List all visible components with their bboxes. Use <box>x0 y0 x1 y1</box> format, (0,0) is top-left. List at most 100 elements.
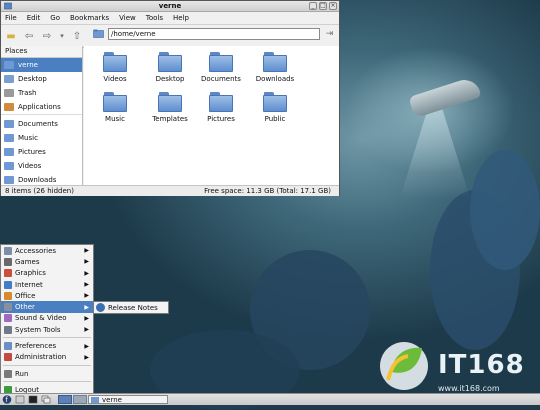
sidebar-item-label: Downloads <box>18 176 57 184</box>
submenu-arrow-icon: ▶ <box>84 281 89 289</box>
logo-url: www.it168.com <box>438 384 500 393</box>
submenu-arrow-icon: ▶ <box>84 292 89 300</box>
internet-icon <box>4 280 12 289</box>
menu-separator <box>3 381 91 383</box>
folder-icon <box>209 52 233 72</box>
history-dropdown-icon[interactable]: ▾ <box>58 29 66 43</box>
submenu-arrow-icon: ▶ <box>84 326 89 334</box>
folder-item-videos[interactable]: Videos <box>89 52 141 83</box>
sidebar-item-desktop[interactable]: Desktop <box>1 72 82 86</box>
folder-label: Music <box>105 115 125 123</box>
sound-video-icon <box>4 314 12 323</box>
menu-item-games[interactable]: Games ▶ <box>1 256 93 267</box>
menu-item-accessories[interactable]: Accessories ▶ <box>1 245 93 256</box>
folder-item-documents[interactable]: Documents <box>195 52 247 83</box>
menu-item-graphics[interactable]: Graphics ▶ <box>1 268 93 279</box>
new-folder-icon[interactable]: ▬ <box>4 29 18 43</box>
menu-item-label: Administration <box>15 353 67 362</box>
folder-icon <box>103 92 127 112</box>
places-header: Places <box>1 46 82 58</box>
forward-arrow-icon[interactable]: ⇨ <box>40 29 54 43</box>
menu-edit[interactable]: Edit <box>27 14 41 22</box>
release-notes-icon <box>96 303 105 312</box>
window-titlebar[interactable]: verne _ □ × <box>1 1 339 12</box>
folder-item-music[interactable]: Music <box>89 92 141 123</box>
submenu-arrow-icon: ▶ <box>84 342 89 350</box>
sidebar-item-trash[interactable]: Trash <box>1 86 82 100</box>
menu-bookmarks[interactable]: Bookmarks <box>70 14 109 22</box>
folder-icon <box>4 148 14 156</box>
graphics-icon <box>4 269 12 278</box>
close-button[interactable]: × <box>329 2 337 10</box>
maximize-button[interactable]: □ <box>319 2 327 10</box>
menu-go[interactable]: Go <box>50 14 60 22</box>
go-button[interactable]: ⇥ <box>323 28 336 40</box>
searchlight-beam <box>400 108 470 198</box>
folder-label: Documents <box>201 75 241 83</box>
leaf-logo-icon <box>380 342 428 390</box>
folder-icon <box>4 120 14 128</box>
menu-item-sound-video[interactable]: Sound & Video ▶ <box>1 313 93 324</box>
window-title: verne <box>158 2 182 10</box>
submenu-arrow-icon: ▶ <box>84 353 89 361</box>
folder-icon <box>158 92 182 112</box>
sidebar-item-applications[interactable]: Applications <box>1 100 82 115</box>
folder-item-downloads[interactable]: Downloads <box>249 52 301 83</box>
menu-item-administration[interactable]: Administration ▶ <box>1 352 93 363</box>
menu-item-other[interactable]: Other ▶ <box>1 301 93 313</box>
menu-item-system-tools[interactable]: System Tools ▶ <box>1 324 93 335</box>
folder-item-desktop[interactable]: Desktop <box>144 52 196 83</box>
menu-item-label: Other <box>15 303 35 312</box>
terminal-launcher-icon[interactable] <box>28 395 38 404</box>
minimize-button[interactable]: _ <box>309 2 317 10</box>
back-arrow-icon[interactable]: ⇦ <box>22 29 36 43</box>
menu-file[interactable]: File <box>5 14 17 22</box>
run-icon <box>4 369 12 378</box>
desktop-icon <box>4 75 14 83</box>
menu-tools[interactable]: Tools <box>146 14 163 22</box>
sidebar-item-videos[interactable]: Videos <box>1 159 82 173</box>
preferences-icon <box>4 342 12 351</box>
folder-item-pictures[interactable]: Pictures <box>195 92 247 123</box>
menu-bar: File Edit Go Bookmarks View Tools Help <box>1 12 339 25</box>
menu-item-office[interactable]: Office ▶ <box>1 290 93 301</box>
menu-help[interactable]: Help <box>173 14 189 22</box>
location-folder-icon <box>93 29 104 38</box>
menu-item-label: Preferences <box>15 342 57 351</box>
folder-item-public[interactable]: Public <box>249 92 301 123</box>
item-count-status: 8 items (26 hidden) <box>5 187 74 195</box>
sidebar-item-label: Applications <box>18 103 61 111</box>
fedora-menu-icon[interactable]: f <box>2 395 12 404</box>
sidebar-item-verne[interactable]: verne <box>1 58 82 72</box>
menu-separator <box>3 364 91 366</box>
sidebar-item-documents[interactable]: Documents <box>1 117 82 131</box>
folder-icon <box>209 92 233 112</box>
up-arrow-icon[interactable]: ⇧ <box>70 29 84 43</box>
folder-icon <box>158 52 182 72</box>
folder-label: Templates <box>152 115 188 123</box>
sidebar-item-pictures[interactable]: Pictures <box>1 145 82 159</box>
taskbar-button-verne[interactable]: verne <box>88 395 168 404</box>
menu-item-internet[interactable]: Internet ▶ <box>1 279 93 290</box>
applications-menu: Accessories ▶ Games ▶ Graphics ▶ Interne… <box>0 244 94 394</box>
home-icon <box>4 61 14 69</box>
menu-item-label: Run <box>15 369 29 378</box>
menu-view[interactable]: View <box>119 14 136 22</box>
games-icon <box>4 257 12 266</box>
window-switcher-icon[interactable] <box>41 395 51 404</box>
workspace-2[interactable] <box>73 395 87 404</box>
places-sidebar: Places verne Desktop Trash Applications … <box>1 46 83 185</box>
menu-item-run[interactable]: Run <box>1 368 93 379</box>
location-input[interactable]: /home/verne <box>108 28 320 40</box>
menu-item-release-notes[interactable]: Release Notes <box>108 304 158 312</box>
menu-item-label: Games <box>15 257 40 266</box>
system-tools-icon <box>4 325 12 334</box>
workspace-1[interactable] <box>58 395 72 404</box>
menu-item-preferences[interactable]: Preferences ▶ <box>1 340 93 351</box>
administration-icon <box>4 353 12 362</box>
folder-item-templates[interactable]: Templates <box>144 92 196 123</box>
submenu-arrow-icon: ▶ <box>84 269 89 277</box>
file-manager-launcher-icon[interactable] <box>15 395 25 404</box>
sidebar-item-music[interactable]: Music <box>1 131 82 145</box>
file-view: Videos Desktop Documents Downloads Music… <box>84 46 339 185</box>
